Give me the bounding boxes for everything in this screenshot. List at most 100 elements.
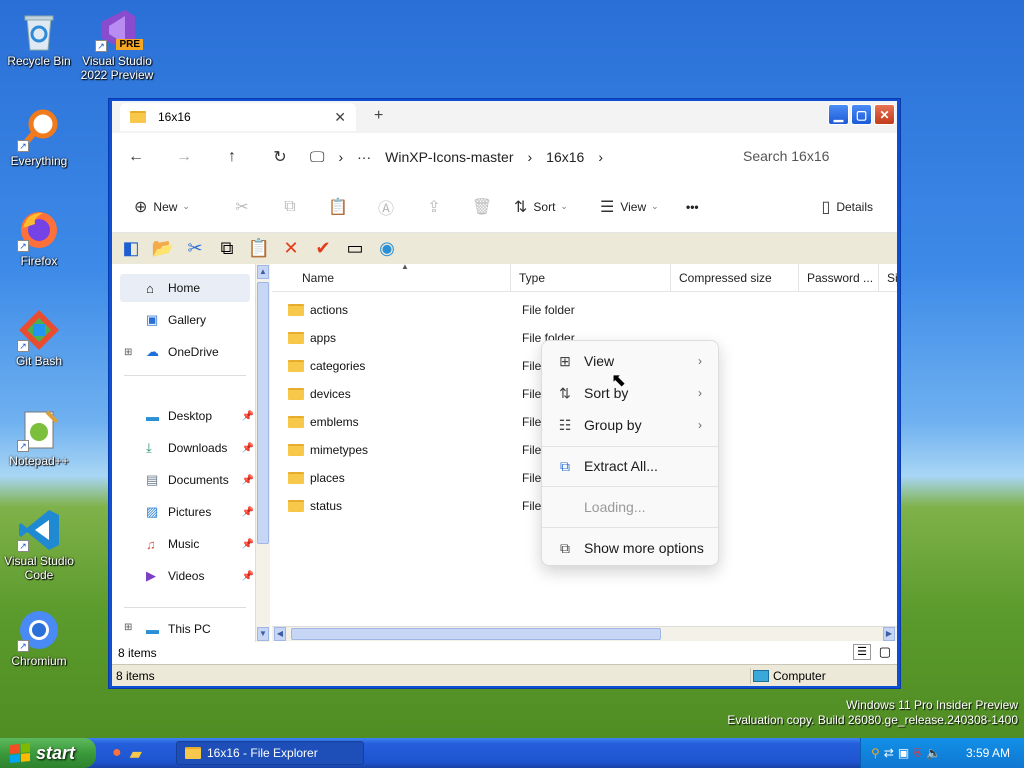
- security-icon[interactable]: ⛨: [913, 746, 922, 761]
- sidebar-item-onedrive[interactable]: ⊞ ☁ OneDrive: [120, 338, 250, 366]
- file-explorer-icon[interactable]: ▰: [130, 744, 142, 764]
- desktop-icon-chromium[interactable]: ↗ Chromium: [0, 608, 79, 668]
- column-header-compressed-size[interactable]: Compressed size: [671, 264, 799, 292]
- sidebar-item-this-pc[interactable]: ⊞ ▬ This PC: [120, 622, 250, 638]
- sidebar-item-label: Documents: [168, 473, 229, 487]
- start-label: start: [36, 742, 76, 763]
- column-header-password[interactable]: Password ...: [799, 264, 879, 292]
- expand-icon[interactable]: ⊞: [124, 347, 132, 358]
- tiles-view-toggle[interactable]: ▢: [879, 644, 891, 660]
- clock[interactable]: 3:59 AM: [966, 746, 1010, 760]
- overflow-crumbs-button[interactable]: ···: [357, 149, 371, 165]
- search-web-icon[interactable]: ◉: [374, 238, 400, 259]
- tab-16x16[interactable]: 16x16 ✕: [120, 103, 356, 131]
- maximize-button[interactable]: ▢: [851, 104, 872, 125]
- item-count: 8 items: [118, 646, 157, 660]
- share-icon: ⇪: [427, 198, 441, 216]
- chevron-right-icon[interactable]: ›: [338, 149, 343, 165]
- apply-icon[interactable]: ✔: [310, 238, 336, 259]
- close-button[interactable]: ✕: [874, 104, 895, 125]
- vscode-icon: ↗: [17, 508, 61, 552]
- desktop-icon-everything[interactable]: ↗ Everything: [0, 108, 79, 168]
- sidebar-item-pictures[interactable]: ▨ Pictures 📌: [120, 498, 254, 526]
- menu-item-show-more-options[interactable]: ⧉ Show more options: [546, 532, 716, 564]
- chromium-icon: ↗: [17, 608, 61, 652]
- scroll-right-arrow[interactable]: ▶: [883, 627, 895, 641]
- file-name: devices: [310, 387, 351, 401]
- nav-scrollbar[interactable]: ▲ ▼: [255, 264, 270, 642]
- desktop-icon-notepadpp[interactable]: ↗ Notepad++: [0, 408, 79, 468]
- column-header-type[interactable]: Type: [511, 264, 671, 292]
- minimize-button[interactable]: ▁: [828, 104, 849, 125]
- details-button-label: Details: [836, 199, 873, 214]
- safely-remove-icon[interactable]: ▣: [898, 746, 909, 760]
- computer-icon: [753, 670, 769, 682]
- taskbar-button-file-explorer[interactable]: 16x16 - File Explorer: [176, 741, 364, 765]
- back-button[interactable]: ←: [112, 148, 160, 166]
- network-icon[interactable]: ⇄: [884, 746, 894, 760]
- chevron-right-icon[interactable]: ›: [598, 149, 603, 165]
- refresh-button[interactable]: ↻: [256, 147, 304, 167]
- sidebar-item-documents[interactable]: ▤ Documents 📌: [120, 466, 254, 494]
- menu-item-extract-all[interactable]: ⧉ Extract All...: [546, 450, 716, 482]
- desktop-icon-git-bash[interactable]: ↗ Git Bash: [0, 308, 79, 368]
- desktop-icon-vscode[interactable]: ↗ Visual Studio Code: [0, 508, 79, 582]
- sidebar-item-desktop[interactable]: ▬ Desktop 📌: [120, 402, 254, 430]
- menu-item-sort-by[interactable]: ⇅ Sort by ›: [546, 377, 716, 409]
- view-button[interactable]: ☰ View ⌄: [600, 197, 686, 217]
- sidebar-item-videos[interactable]: ▶ Videos 📌: [120, 562, 254, 590]
- folder-icon: [288, 416, 304, 428]
- delete-icon[interactable]: ✕: [278, 238, 304, 259]
- cut-icon[interactable]: ✂: [182, 238, 208, 259]
- everything-tray-icon[interactable]: ⚲: [871, 746, 880, 760]
- desktop-icon-label: Firefox: [20, 254, 58, 268]
- folders-pane-icon[interactable]: ◧: [118, 238, 144, 259]
- details-button[interactable]: ▯ Details: [822, 197, 874, 217]
- more-options-button[interactable]: •••: [686, 200, 699, 214]
- expand-icon[interactable]: ⊞: [124, 622, 132, 633]
- sort-button[interactable]: ⇅ Sort ⌄: [514, 197, 600, 217]
- desktop-icon-recycle-bin[interactable]: Recycle Bin: [0, 8, 79, 68]
- crumb-winxp-icons-master[interactable]: WinXP-Icons-master: [385, 149, 513, 165]
- scrollbar-thumb[interactable]: [257, 282, 269, 544]
- this-pc-icon[interactable]: 🖵: [310, 149, 324, 166]
- paste-icon[interactable]: 📋: [246, 238, 272, 259]
- windows-flag-icon: [10, 742, 30, 764]
- desktop-icon-firefox[interactable]: ↗ Firefox: [0, 208, 79, 268]
- forward-button[interactable]: →: [160, 148, 208, 166]
- scrollbar-thumb[interactable]: [291, 628, 661, 640]
- volume-icon[interactable]: 🔈: [926, 746, 941, 760]
- recycle-bin-icon: [17, 8, 61, 52]
- scroll-up-arrow[interactable]: ▲: [257, 265, 269, 279]
- desktop-icon-visual-studio[interactable]: PRE ↗ Visual Studio 2022 Preview: [77, 8, 157, 82]
- details-view-toggle[interactable]: ☰: [853, 644, 871, 660]
- divider: [542, 486, 718, 487]
- sidebar-item-gallery[interactable]: ▣ Gallery: [120, 306, 250, 334]
- sidebar-item-downloads[interactable]: ⤓ Downloads 📌: [120, 434, 254, 462]
- sort-ascending-icon: ▲: [401, 262, 409, 271]
- menu-item-view[interactable]: ⊞ View ›: [546, 345, 716, 377]
- copy-icon[interactable]: ⧉: [214, 238, 240, 259]
- menu-item-label: View: [584, 353, 615, 369]
- chevron-right-icon[interactable]: ›: [528, 149, 533, 165]
- sidebar-item-home[interactable]: ⌂ Home: [120, 274, 250, 302]
- new-button[interactable]: ⊕ New ⌄: [134, 197, 218, 217]
- table-row[interactable]: actions File folder: [288, 296, 888, 324]
- folder-options-icon[interactable]: 📂: [150, 238, 176, 259]
- scroll-down-arrow[interactable]: ▼: [257, 627, 269, 641]
- scroll-left-arrow[interactable]: ◀: [274, 627, 286, 641]
- properties-icon[interactable]: ▭: [342, 238, 368, 259]
- search-input[interactable]: Search 16x16: [737, 143, 897, 171]
- menu-item-group-by[interactable]: ☷ Group by ›: [546, 409, 716, 441]
- close-tab-icon[interactable]: ✕: [334, 109, 346, 126]
- up-button[interactable]: ↑: [208, 148, 256, 166]
- crumb-16x16[interactable]: 16x16: [546, 149, 584, 165]
- pictures-icon: ▨: [146, 504, 159, 519]
- firefox-icon[interactable]: ●: [112, 744, 122, 764]
- start-button[interactable]: start: [0, 738, 96, 768]
- horizontal-scrollbar[interactable]: ◀ ▶: [272, 626, 897, 641]
- new-tab-button[interactable]: +: [374, 107, 383, 125]
- sidebar-item-music[interactable]: ♫ Music 📌: [120, 530, 254, 558]
- column-header-size[interactable]: Si: [879, 264, 899, 292]
- preview-badge: PRE: [116, 39, 143, 50]
